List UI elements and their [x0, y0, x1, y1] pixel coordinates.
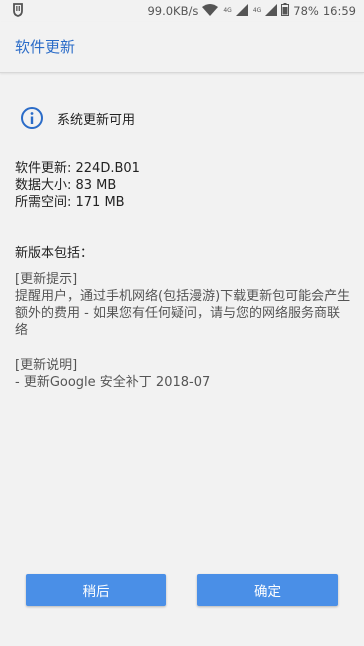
update-tip-header: [更新提示]: [15, 272, 78, 287]
battery-level: 78%: [293, 4, 319, 18]
ok-button[interactable]: 确定: [197, 574, 338, 606]
network-speed: 99.0KB/s: [147, 4, 199, 18]
update-details: 软件更新: 224D.B01 数据大小: 83 MB 所需空间: 171 MB: [15, 160, 140, 211]
info-icon: [20, 106, 44, 130]
page-title: 软件更新: [15, 38, 76, 56]
wifi-icon: [202, 3, 219, 19]
software-version: 软件更新: 224D.B01: [15, 161, 140, 176]
update-notes-header: [更新说明]: [15, 358, 78, 373]
data-size: 数据大小: 83 MB: [15, 178, 117, 193]
update-available-text: 系统更新可用: [57, 112, 136, 128]
update-tip-block: [更新提示] 提醒用户，通过手机网络(包括漫游)下载更新包可能会产生额外的费用 …: [15, 271, 351, 339]
update-notes-body: - 更新Google 安全补丁 2018-07: [15, 375, 211, 390]
signal-icon: [265, 3, 278, 19]
shield-icon: [12, 3, 24, 20]
later-button[interactable]: 稍后: [26, 574, 166, 606]
clock: 16:59: [322, 4, 356, 18]
space-required: 所需空间: 171 MB: [15, 195, 125, 210]
update-available-row: 系统更新可用: [20, 106, 135, 130]
network-type-1: 4G: [223, 7, 232, 14]
network-type-2: 4G: [252, 7, 262, 14]
release-notes: [更新提示] 提醒用户，通过手机网络(包括漫游)下载更新包可能会产生额外的费用 …: [15, 271, 351, 409]
update-notes-block: [更新说明] - 更新Google 安全补丁 2018-07: [15, 357, 351, 391]
new-version-includes-label: 新版本包括：: [15, 246, 94, 261]
update-tip-body: 提醒用户，通过手机网络(包括漫游)下载更新包可能会产生额外的费用 - 如果您有任…: [15, 289, 351, 338]
app-bar: 软件更新: [0, 22, 364, 73]
signal-icon: [235, 3, 248, 19]
status-bar: 99.0KB/s 4G 4G 78% 16:59: [0, 0, 364, 22]
battery-icon: [281, 3, 290, 19]
